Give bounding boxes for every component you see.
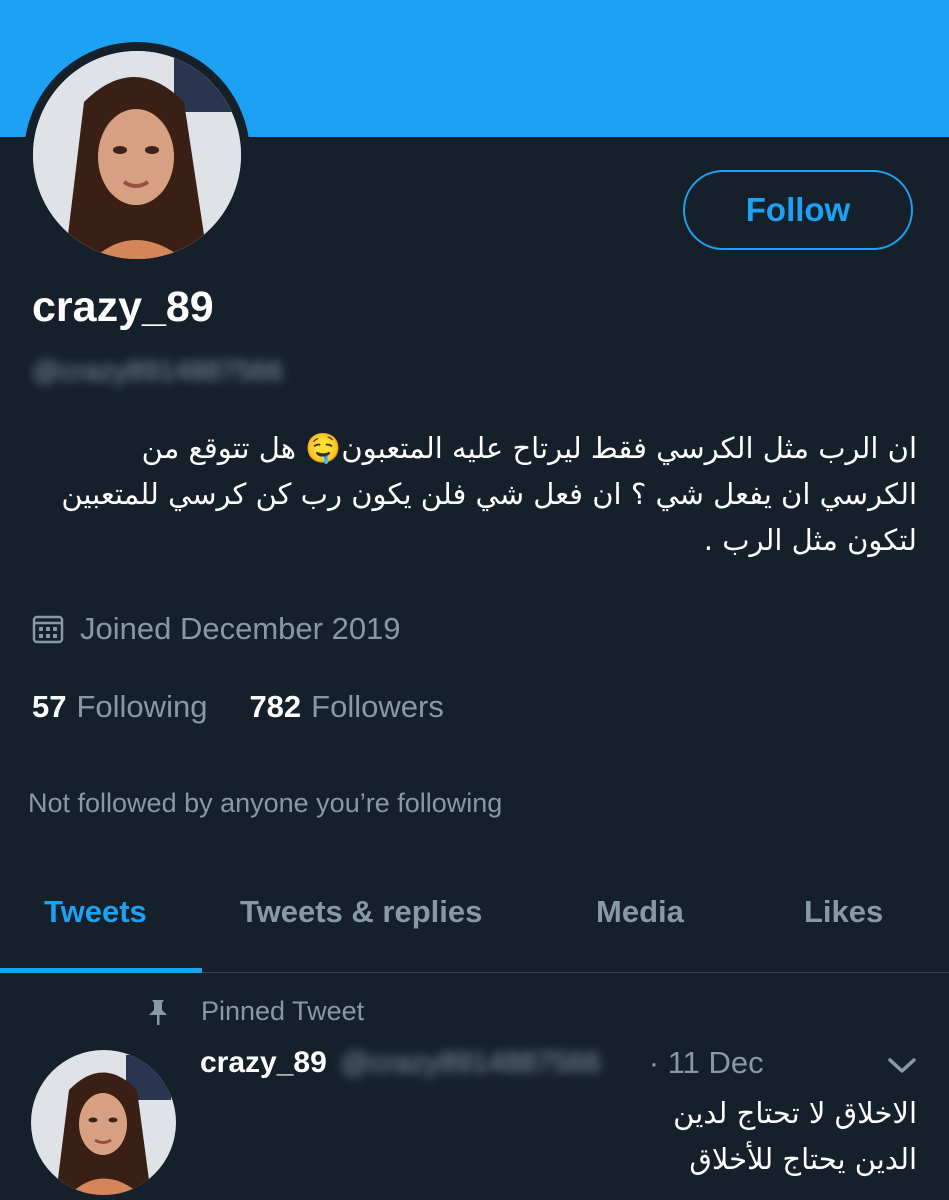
followers-count: 782 [249,689,302,724]
joined-date: Joined December 2019 [32,611,401,647]
active-tab-indicator [0,968,202,973]
tab-media[interactable]: Media [596,894,684,930]
tweet-author-handle[interactable]: @crazy8914887566 [341,1047,641,1080]
chevron-down-icon[interactable] [886,1055,918,1082]
calendar-icon [32,615,64,644]
tweet-text-line: الدين يحتاج للأخلاق [689,1142,917,1176]
tweet-header: crazy_89 @crazy8914887566 · 11 Dec [200,1045,764,1081]
tab-tweets[interactable]: Tweets [44,894,147,930]
joined-text: Joined December 2019 [80,611,401,646]
following-label: Following [76,689,208,724]
pin-icon [149,999,167,1025]
following-link[interactable]: 57 Following [32,689,207,725]
follow-button[interactable]: Follow [683,170,913,250]
following-count: 57 [32,689,67,724]
tweet-date[interactable]: · 11 Dec [649,1045,764,1081]
tweet-text-line: الاخلاق لا تحتاج لدين [673,1096,917,1130]
profile-bio: ان الرب مثل الكرسي فقط ليرتاح عليه المتع… [61,431,917,557]
followers-link[interactable]: 782 Followers [249,689,443,725]
followers-label: Followers [311,689,444,724]
display-name: crazy_89 [32,283,214,331]
tweet-text: الاخلاق لا تحتاج لدين الدين يحتاج للأخلا… [217,1090,917,1182]
tweet-avatar[interactable] [31,1050,176,1195]
tab-likes[interactable]: Likes [804,894,883,930]
not-followed-notice: Not followed by anyone you’re following [28,788,503,818]
profile-tabs: Tweets Tweets & replies Media Likes [0,880,949,973]
tweet-author-name[interactable]: crazy_89 [200,1046,327,1080]
pinned-indicator: Pinned Tweet [145,996,364,1027]
profile-avatar[interactable] [24,42,250,268]
follow-counts: 57 Following 782 Followers [32,689,486,725]
pinned-label: Pinned Tweet [201,996,365,1026]
user-handle: @crazy8914887566 [32,355,284,386]
tab-tweets-replies[interactable]: Tweets & replies [240,894,482,930]
